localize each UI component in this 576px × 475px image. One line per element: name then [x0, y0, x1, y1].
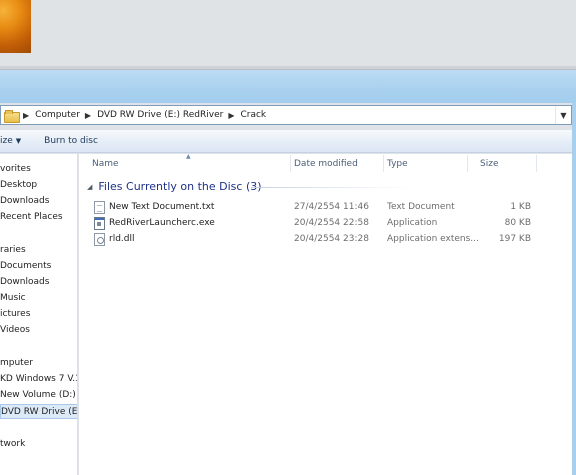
nav-item-favorites[interactable]: vorites	[0, 162, 31, 177]
file-row[interactable]: rld.dll 20/4/2554 23:28 Application exte…	[79, 231, 572, 247]
nav-item-windows-drive[interactable]: KD Windows 7 V.3	[0, 372, 77, 387]
file-size: 80 KB	[504, 218, 531, 228]
organize-button[interactable]: ize ▼	[0, 136, 21, 146]
burn-to-disc-button[interactable]: Burn to disc	[44, 136, 98, 146]
column-header-type[interactable]: Type	[374, 154, 468, 174]
nav-item-videos[interactable]: Videos	[0, 323, 30, 338]
collapse-triangle-icon[interactable]: ◢	[87, 183, 92, 191]
file-list-pane: ▲ Name Date modified Type Size ◢ Files C…	[79, 153, 572, 475]
file-date: 20/4/2554 23:28	[294, 234, 369, 244]
file-row[interactable]: New Text Document.txt 27/4/2554 11:46 Te…	[79, 199, 572, 215]
file-name: rld.dll	[109, 234, 135, 244]
column-header-name[interactable]: Name	[79, 154, 290, 174]
file-type: Application	[387, 218, 438, 228]
dll-file-icon	[94, 233, 105, 246]
nav-item-downloads[interactable]: Downloads	[0, 194, 49, 209]
file-size: 197 KB	[498, 234, 531, 244]
breadcrumb-computer[interactable]: Computer	[35, 110, 80, 120]
breadcrumb-crack[interactable]: Crack	[240, 110, 266, 120]
window-frame-right	[572, 103, 576, 475]
group-header[interactable]: ◢ Files Currently on the Disc (3)	[87, 180, 262, 193]
file-date: 20/4/2554 22:58	[294, 218, 369, 228]
navigation-pane: vorites Desktop Downloads Recent Places …	[0, 154, 78, 475]
nav-item-documents[interactable]: Documents	[0, 259, 51, 274]
nav-item-recent-places[interactable]: Recent Places	[0, 210, 63, 225]
group-divider	[251, 187, 411, 188]
file-name: RedRiverLauncherc.exe	[109, 218, 215, 228]
column-header-size[interactable]: Size	[467, 154, 537, 174]
background-window-area	[0, 0, 576, 70]
address-dropdown-icon[interactable]: ▼	[555, 106, 571, 124]
nav-item-library-downloads[interactable]: Downloads	[0, 275, 49, 290]
window-frame-top	[0, 70, 576, 103]
command-toolbar: ize ▼ Burn to disc	[0, 130, 572, 153]
organize-label: ize	[0, 136, 13, 146]
text-file-icon	[94, 201, 105, 214]
breadcrumb-dvd-drive[interactable]: DVD RW Drive (E:) RedRiver	[97, 110, 223, 120]
exe-file-icon	[94, 217, 105, 230]
folder-icon	[4, 109, 20, 123]
nav-item-libraries[interactable]: raries	[0, 243, 26, 258]
nav-item-computer[interactable]: mputer	[0, 356, 33, 371]
column-header-date-modified[interactable]: Date modified	[281, 154, 384, 174]
chevron-down-icon: ▼	[15, 137, 22, 145]
file-type: Text Document	[387, 202, 455, 212]
nav-item-pictures[interactable]: ictures	[0, 307, 30, 322]
group-title: Files Currently on the Disc (3)	[98, 180, 262, 193]
file-size: 1 KB	[510, 202, 531, 212]
nav-item-desktop[interactable]: Desktop	[0, 178, 37, 193]
file-name: New Text Document.txt	[109, 202, 215, 212]
orange-thumbnail-image	[0, 0, 31, 53]
column-divider[interactable]	[536, 155, 537, 172]
file-row[interactable]: RedRiverLauncherc.exe 20/4/2554 22:58 Ap…	[79, 215, 572, 231]
nav-item-new-volume[interactable]: New Volume (D:)	[0, 388, 76, 403]
address-bar[interactable]: ▶ Computer ▶ DVD RW Drive (E:) RedRiver …	[0, 105, 572, 125]
file-date: 27/4/2554 11:46	[294, 202, 369, 212]
nav-item-music[interactable]: Music	[0, 291, 26, 306]
breadcrumb-separator-icon[interactable]: ▶	[85, 111, 91, 120]
breadcrumb-separator-icon[interactable]: ▶	[23, 111, 29, 120]
file-type: Application extens...	[387, 234, 479, 244]
nav-item-dvd-drive[interactable]: DVD RW Drive (E:) Re	[0, 404, 77, 419]
nav-item-network[interactable]: twork	[0, 437, 25, 452]
breadcrumb-separator-icon[interactable]: ▶	[228, 111, 234, 120]
